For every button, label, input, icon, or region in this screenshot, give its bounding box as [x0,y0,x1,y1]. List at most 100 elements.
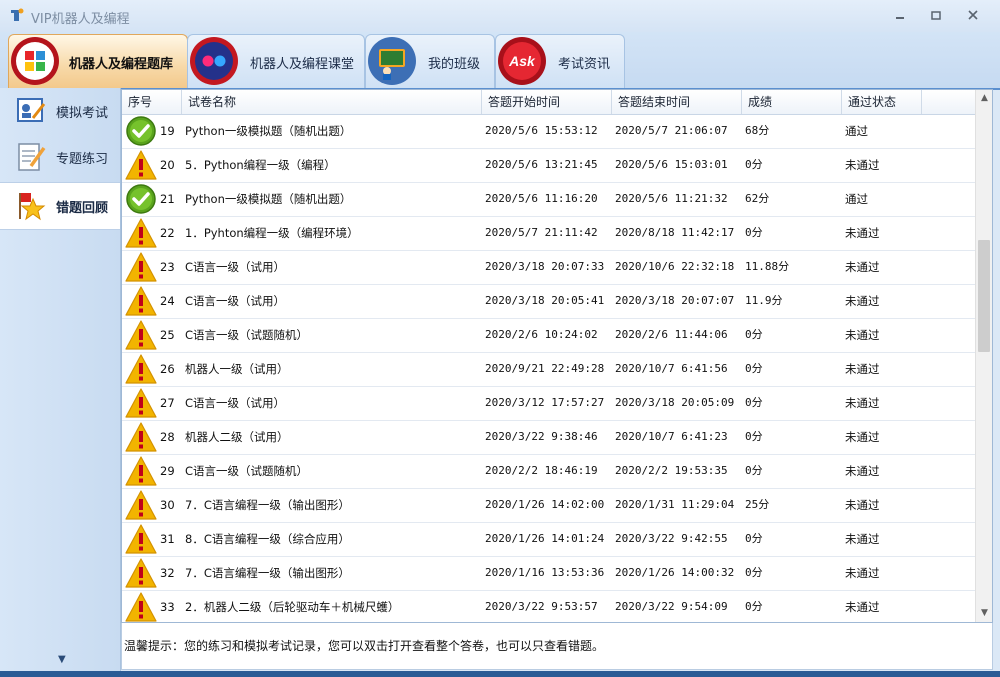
cell-result: 未通过 [845,226,880,240]
cell-score: 0分 [745,396,763,409]
sidebar-item-label: 专题练习 [56,152,109,167]
cell-result: 未通过 [845,600,880,614]
sidebar-item-label: 模拟考试 [56,106,109,121]
table-row[interactable]: 20 5．Python编程一级（编程） 2020/5/6 13:21:45 2020/… [122,149,975,183]
table-body: 19 Python一级模拟题（随机出题） 2020/5/6 15:53:12 2020… [122,115,975,622]
cell-name: 7．C语言编程一级（输出图形） [185,566,350,580]
cell-result: 未通过 [845,158,880,172]
cell-no: 24 [160,294,175,308]
vertical-scrollbar[interactable]: ▲ ▼ [975,90,992,622]
cell-result: 未通过 [845,566,880,580]
table-row[interactable]: 27 C语言一级（试用） 2020/3/12 17:57:27 2020/3/18 2… [122,387,975,421]
cell-start: 2020/5/7 21:11:42 [485,226,598,239]
puzzle-icon [11,37,59,85]
close-button[interactable] [962,9,984,25]
title-bar: VIP机器人及编程 [0,0,1000,32]
ask-icon: Ask [498,37,546,85]
column-header-name[interactable]: 试卷名称 [182,90,482,114]
warning-icon [125,217,157,249]
cell-result: 未通过 [845,532,880,546]
warning-icon [125,387,157,419]
sidebar-item-mistake-review[interactable]: 错题回顾 [0,182,120,230]
cell-end: 2020/5/6 15:03:01 [615,158,728,171]
table-row[interactable]: 31 8．C语言编程一级（综合应用） 2020/1/26 14:01:24 2020/… [122,523,975,557]
cell-end: 2020/5/6 11:21:32 [615,192,728,205]
cell-start: 2020/1/26 14:01:24 [485,532,605,545]
scroll-thumb[interactable] [978,240,990,352]
cell-start: 2020/2/2 18:46:19 [485,464,598,477]
minimize-button[interactable] [889,9,911,25]
cell-start: 2020/3/22 9:38:46 [485,430,598,443]
warning-icon [125,489,157,521]
table-row[interactable]: 33 2．机器人二级（后轮驱动车＋机械尺蠖） 2020/3/22 9:53:57 20… [122,591,975,622]
check-icon [125,183,157,215]
cell-end: 2020/2/2 19:53:35 [615,464,728,477]
cell-result: 通过 [845,192,868,206]
cell-end: 2020/3/18 20:05:09 [615,396,735,409]
table-row[interactable]: 32 7．C语言编程一级（输出图形） 2020/1/16 13:53:36 2020/… [122,557,975,591]
scroll-up-button[interactable]: ▲ [976,90,992,107]
table-row[interactable]: 26 机器人一级（试用） 2020/9/21 22:49:28 2020/10/7 6… [122,353,975,387]
cell-name: Python一级模拟题（随机出题） [185,124,352,138]
check-icon [125,115,157,147]
table-row[interactable]: 19 Python一级模拟题（随机出题） 2020/5/6 15:53:12 2020… [122,115,975,149]
cell-result: 未通过 [845,362,880,376]
bottom-strip [0,671,1000,677]
table-row[interactable]: 22 1．Pyhton编程一级（编程环境） 2020/5/7 21:11:42 202… [122,217,975,251]
sidebar-scroll-down-button[interactable]: ▼ [58,654,66,665]
warning-icon [125,319,157,351]
cell-result: 未通过 [845,430,880,444]
cell-start: 2020/5/6 11:16:20 [485,192,598,205]
warning-icon [125,353,157,385]
tab-my-class[interactable]: 我的班级 [365,34,495,88]
table-row[interactable]: 25 C语言一级（试题随机） 2020/2/6 10:24:02 2020/2/6 1… [122,319,975,353]
star-flag-icon [19,193,46,221]
restore-button[interactable] [925,9,947,25]
cell-no: 33 [160,600,175,614]
tab-classroom[interactable]: 机器人及编程课堂 [187,34,365,88]
tab-label: 我的班级 [428,57,481,72]
warning-icon [125,557,157,589]
cell-score: 62分 [745,192,770,205]
sidebar-item-topic-practice[interactable]: 专题练习 [0,134,120,180]
sidebar: 模拟考试 专题练习 错题回顾 ▼ [0,88,121,671]
table-row[interactable]: 21 Python一级模拟题（随机出题） 2020/5/6 11:16:20 2020… [122,183,975,217]
cell-result: 未通过 [845,464,880,478]
cell-score: 0分 [745,566,763,579]
cell-name: C语言一级（试用） [185,396,286,410]
tab-exam-news[interactable]: Ask 考试资讯 [495,34,625,88]
notepad-pencil-icon [18,143,46,171]
column-header-score[interactable]: 成绩 [742,90,842,114]
cell-result: 未通过 [845,294,880,308]
cell-name: C语言一级（试用） [185,294,286,308]
cell-score: 0分 [745,226,763,239]
cell-start: 2020/1/26 14:02:00 [485,498,605,511]
column-header-start[interactable]: 答题开始时间 [482,90,612,114]
column-header-no[interactable]: 序号 [122,90,182,114]
table-row[interactable]: 24 C语言一级（试用） 2020/3/18 20:05:41 2020/3/18 2… [122,285,975,319]
column-header-end[interactable]: 答题结束时间 [612,90,742,114]
cell-result: 通过 [845,124,868,138]
scroll-down-button[interactable]: ▼ [976,605,992,622]
cell-no: 21 [160,192,175,206]
cell-end: 2020/3/22 9:42:55 [615,532,728,545]
cell-start: 2020/5/6 13:21:45 [485,158,598,171]
restore-icon [931,11,941,20]
tab-question-bank[interactable]: 机器人及编程题库 [8,34,188,88]
table-row[interactable]: 23 C语言一级（试用） 2020/3/18 20:07:33 2020/10/6 2… [122,251,975,285]
table-row[interactable]: 30 7．C语言编程一级（输出图形） 2020/1/26 14:02:00 2020/… [122,489,975,523]
column-header-result[interactable]: 通过状态 [842,90,922,114]
cell-end: 2020/1/26 14:00:32 [615,566,735,579]
cell-end: 2020/3/18 20:07:07 [615,294,735,307]
table-row[interactable]: 29 C语言一级（试题随机） 2020/2/2 18:46:19 2020/2/2 1… [122,455,975,489]
svg-text:Ask: Ask [508,53,536,69]
cell-name: C语言一级（试用） [185,260,286,274]
cell-end: 2020/8/18 11:42:17 [615,226,735,239]
sidebar-item-mock-exam[interactable]: 模拟考试 [0,88,120,134]
cell-start: 2020/3/18 20:05:41 [485,294,605,307]
table-row[interactable]: 28 机器人二级（试用） 2020/3/22 9:38:46 2020/10/7 6:… [122,421,975,455]
cell-result: 未通过 [845,328,880,342]
cell-start: 2020/3/18 20:07:33 [485,260,605,273]
cell-start: 2020/3/22 9:53:57 [485,600,598,613]
cell-no: 29 [160,464,175,478]
